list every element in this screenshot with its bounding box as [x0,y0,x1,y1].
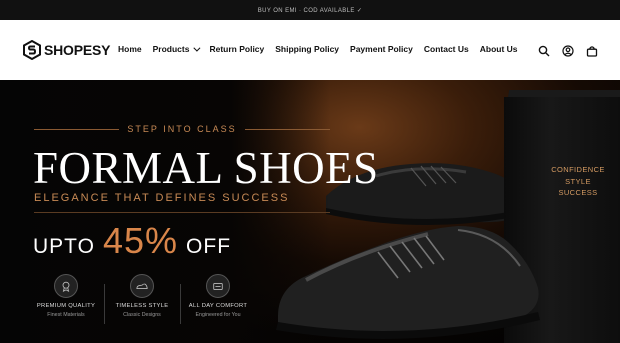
header-actions [538,44,598,57]
nav-products[interactable]: Products [152,44,201,54]
feature-title: ALL DAY COMFORT [188,303,248,309]
hero-banner[interactable]: CONFIDENCE STYLE SUCCESS STEP INTO CLASS… [0,80,620,343]
nav-payment-policy[interactable]: Payment Policy [350,44,413,54]
hero-title: FORMAL SHOES [33,143,379,193]
hero-offer: UPTO 45% OFF [33,220,231,262]
feature-subtitle: Classic Designs [123,312,161,318]
brand-logo[interactable]: SHOPESY [23,40,110,60]
kicker-line-left [34,128,120,130]
announcement-text: BUY ON EMI · COD AVAILABLE ✓ [257,7,363,14]
offer-suffix: OFF [186,235,232,258]
box-line-style: STYLE [565,176,591,186]
feature-timeless-style: TIMELESS STYLE Classic Designs [104,274,180,324]
feature-title: TIMELESS STYLE [115,303,169,309]
shoe-image-front [276,226,540,339]
announcement-bar: BUY ON EMI · COD AVAILABLE ✓ [0,0,620,20]
feature-subtitle: Finest Materials [47,312,85,318]
hero-features: PREMIUM QUALITY Finest Materials TIMELES… [28,274,258,324]
nav-return-policy[interactable]: Return Policy [209,44,264,54]
cart-icon[interactable] [586,44,598,57]
hero-divider [34,212,330,213]
nav-contact-us[interactable]: Contact Us [424,44,469,54]
feature-title: PREMIUM QUALITY [36,303,96,309]
main-nav: Home Products Return Policy Shipping Pol… [118,44,518,54]
account-icon[interactable] [562,44,574,57]
feature-all-day-comfort: ALL DAY COMFORT Engineered for You [180,274,256,324]
nav-products-label: Products [152,44,190,54]
kicker-line-right [244,128,331,130]
feature-subtitle: Engineered for You [195,312,241,318]
brand-name: SHOPESY [44,42,111,58]
comfort-icon [206,274,230,298]
shoe-box-text: CONFIDENCE STYLE SUCCESS [540,164,616,199]
quality-badge-icon [54,274,78,298]
feature-premium-quality: PREMIUM QUALITY Finest Materials [28,274,104,318]
shoe-icon [130,274,154,298]
hero-kicker: STEP INTO CLASS [34,124,331,134]
kicker-text: STEP INTO CLASS [127,124,237,134]
logo-icon [23,40,41,60]
search-icon[interactable] [538,44,550,57]
nav-shipping-policy[interactable]: Shipping Policy [275,44,339,54]
chevron-down-icon [193,44,201,52]
offer-prefix: UPTO [33,235,95,258]
offer-value: 45% [102,220,179,261]
site-header: SHOPESY Home Products Return Policy Ship… [0,20,620,80]
nav-about-us[interactable]: About Us [480,44,518,54]
box-line-confidence: CONFIDENCE [551,165,605,174]
nav-home[interactable]: Home [118,44,142,54]
hero-tagline: ELEGANCE THAT DEFINES SUCCESS [34,192,290,204]
